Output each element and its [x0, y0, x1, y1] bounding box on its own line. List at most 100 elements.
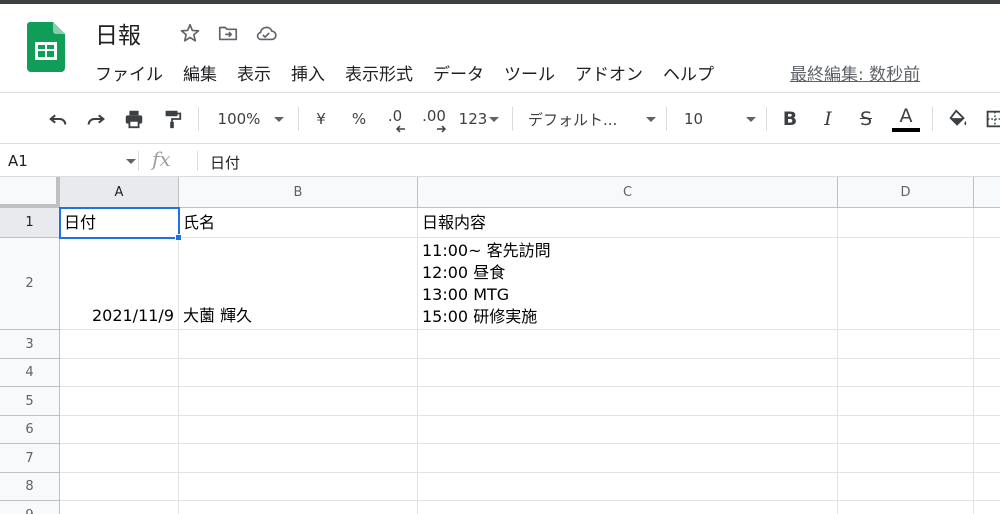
row-header-3[interactable]: 3: [0, 330, 60, 359]
cell-b4[interactable]: [179, 359, 418, 387]
cell-d6[interactable]: [838, 416, 974, 444]
column-header-d[interactable]: D: [838, 177, 974, 208]
column-header-c[interactable]: C: [418, 177, 838, 208]
column-header-a[interactable]: A: [60, 177, 179, 208]
cell-b7[interactable]: [179, 444, 418, 473]
cell-b5[interactable]: [179, 387, 418, 416]
row-header-5[interactable]: 5: [0, 387, 60, 416]
toolbar-divider: [766, 107, 767, 131]
menu-view[interactable]: 表示: [237, 60, 281, 85]
select-all-corner[interactable]: [0, 177, 60, 208]
cell-b6[interactable]: [179, 416, 418, 444]
cell-e7[interactable]: [974, 444, 1000, 473]
cell-d3[interactable]: [838, 330, 974, 359]
cell-d5[interactable]: [838, 387, 974, 416]
row-header-4[interactable]: 4: [0, 359, 60, 387]
increase-decimal-button[interactable]: .00: [418, 93, 450, 145]
menu-data[interactable]: データ: [433, 60, 494, 85]
fill-color-icon[interactable]: [944, 93, 972, 145]
font-size-select[interactable]: 10: [684, 93, 756, 145]
cell-e9[interactable]: [974, 501, 1000, 514]
cell-d1[interactable]: [838, 208, 974, 238]
cell-d8[interactable]: [838, 473, 974, 501]
redo-icon[interactable]: [82, 93, 110, 145]
row-header-2[interactable]: 2: [0, 238, 60, 330]
italic-button[interactable]: I: [816, 93, 840, 145]
cell-e4[interactable]: [974, 359, 1000, 387]
formula-bar: A1 fx 日付: [0, 145, 1000, 177]
cell-c7[interactable]: [418, 444, 838, 473]
strikethrough-button[interactable]: S: [854, 93, 878, 145]
cell-d4[interactable]: [838, 359, 974, 387]
cell-a7[interactable]: [60, 444, 179, 473]
row-header-7[interactable]: 7: [0, 444, 60, 473]
cell-c1[interactable]: 日報内容: [418, 208, 838, 238]
cell-b2[interactable]: 大薗 輝久: [179, 238, 418, 330]
google-sheets-logo[interactable]: [27, 22, 65, 72]
cell-b1[interactable]: 氏名: [179, 208, 418, 238]
cell-a1[interactable]: 日付: [60, 208, 179, 238]
row-header-1[interactable]: 1: [0, 208, 60, 238]
cell-a8[interactable]: [60, 473, 179, 501]
formula-input[interactable]: 日付: [210, 152, 240, 173]
row-header-9[interactable]: 9: [0, 501, 60, 514]
cell-a4[interactable]: [60, 359, 179, 387]
cell-c3[interactable]: [418, 330, 838, 359]
cell-c4[interactable]: [418, 359, 838, 387]
cell-e6[interactable]: [974, 416, 1000, 444]
cell-a9[interactable]: [60, 501, 179, 514]
cell-c8[interactable]: [418, 473, 838, 501]
cell-c9[interactable]: [418, 501, 838, 514]
menu-insert[interactable]: 挿入: [291, 60, 335, 85]
name-box[interactable]: A1: [8, 152, 28, 170]
column-header-b[interactable]: B: [179, 177, 418, 208]
cell-a3[interactable]: [60, 330, 179, 359]
cell-b3[interactable]: [179, 330, 418, 359]
menu-help[interactable]: ヘルプ: [663, 60, 724, 85]
cell-a2[interactable]: 2021/11/9: [60, 238, 179, 330]
borders-icon[interactable]: [984, 93, 1000, 145]
cell-c5[interactable]: [418, 387, 838, 416]
folder-move-icon[interactable]: [216, 21, 240, 45]
cell-c2[interactable]: 11:00~ 客先訪問 12:00 昼食 13:00 MTG 15:00 研修実…: [418, 238, 838, 330]
cell-e5[interactable]: [974, 387, 1000, 416]
menu-tools[interactable]: ツール: [504, 60, 565, 85]
menu-format[interactable]: 表示形式: [345, 60, 423, 85]
undo-icon[interactable]: [44, 93, 72, 145]
fx-icon: fx: [152, 147, 171, 171]
cell-a5[interactable]: [60, 387, 179, 416]
cell-d9[interactable]: [838, 501, 974, 514]
star-icon[interactable]: [178, 21, 202, 45]
cell-d7[interactable]: [838, 444, 974, 473]
cell-b9[interactable]: [179, 501, 418, 514]
row-header-8[interactable]: 8: [0, 473, 60, 501]
cell-d2[interactable]: [838, 238, 974, 330]
menu-file[interactable]: ファイル: [95, 60, 173, 85]
menu-edit[interactable]: 編集: [183, 60, 227, 85]
more-formats-select[interactable]: 123: [457, 93, 501, 145]
cell-a6[interactable]: [60, 416, 179, 444]
chevron-down-icon[interactable]: [126, 159, 136, 164]
cell-e2[interactable]: [974, 238, 1000, 330]
currency-format-button[interactable]: ¥: [310, 93, 332, 145]
decrease-decimal-button[interactable]: .0: [382, 93, 408, 145]
paint-format-icon[interactable]: [158, 93, 186, 145]
row-header-6[interactable]: 6: [0, 416, 60, 444]
zoom-select[interactable]: 100%: [212, 93, 290, 145]
cloud-saved-icon[interactable]: [254, 21, 278, 45]
column-header-e[interactable]: [974, 177, 1000, 208]
last-edit-link[interactable]: 最終編集: 数秒前: [790, 60, 920, 85]
text-color-button[interactable]: A: [892, 93, 920, 145]
print-icon[interactable]: [120, 93, 148, 145]
menu-addons[interactable]: アドオン: [575, 60, 653, 85]
font-family-select[interactable]: デフォルト...: [528, 93, 656, 145]
fill-handle[interactable]: [175, 234, 182, 241]
bold-button[interactable]: B: [778, 93, 802, 145]
cell-e3[interactable]: [974, 330, 1000, 359]
cell-e8[interactable]: [974, 473, 1000, 501]
cell-c6[interactable]: [418, 416, 838, 444]
cell-b8[interactable]: [179, 473, 418, 501]
cell-e1[interactable]: [974, 208, 1000, 238]
document-title[interactable]: 日報: [95, 16, 141, 50]
percent-format-button[interactable]: %: [348, 93, 370, 145]
